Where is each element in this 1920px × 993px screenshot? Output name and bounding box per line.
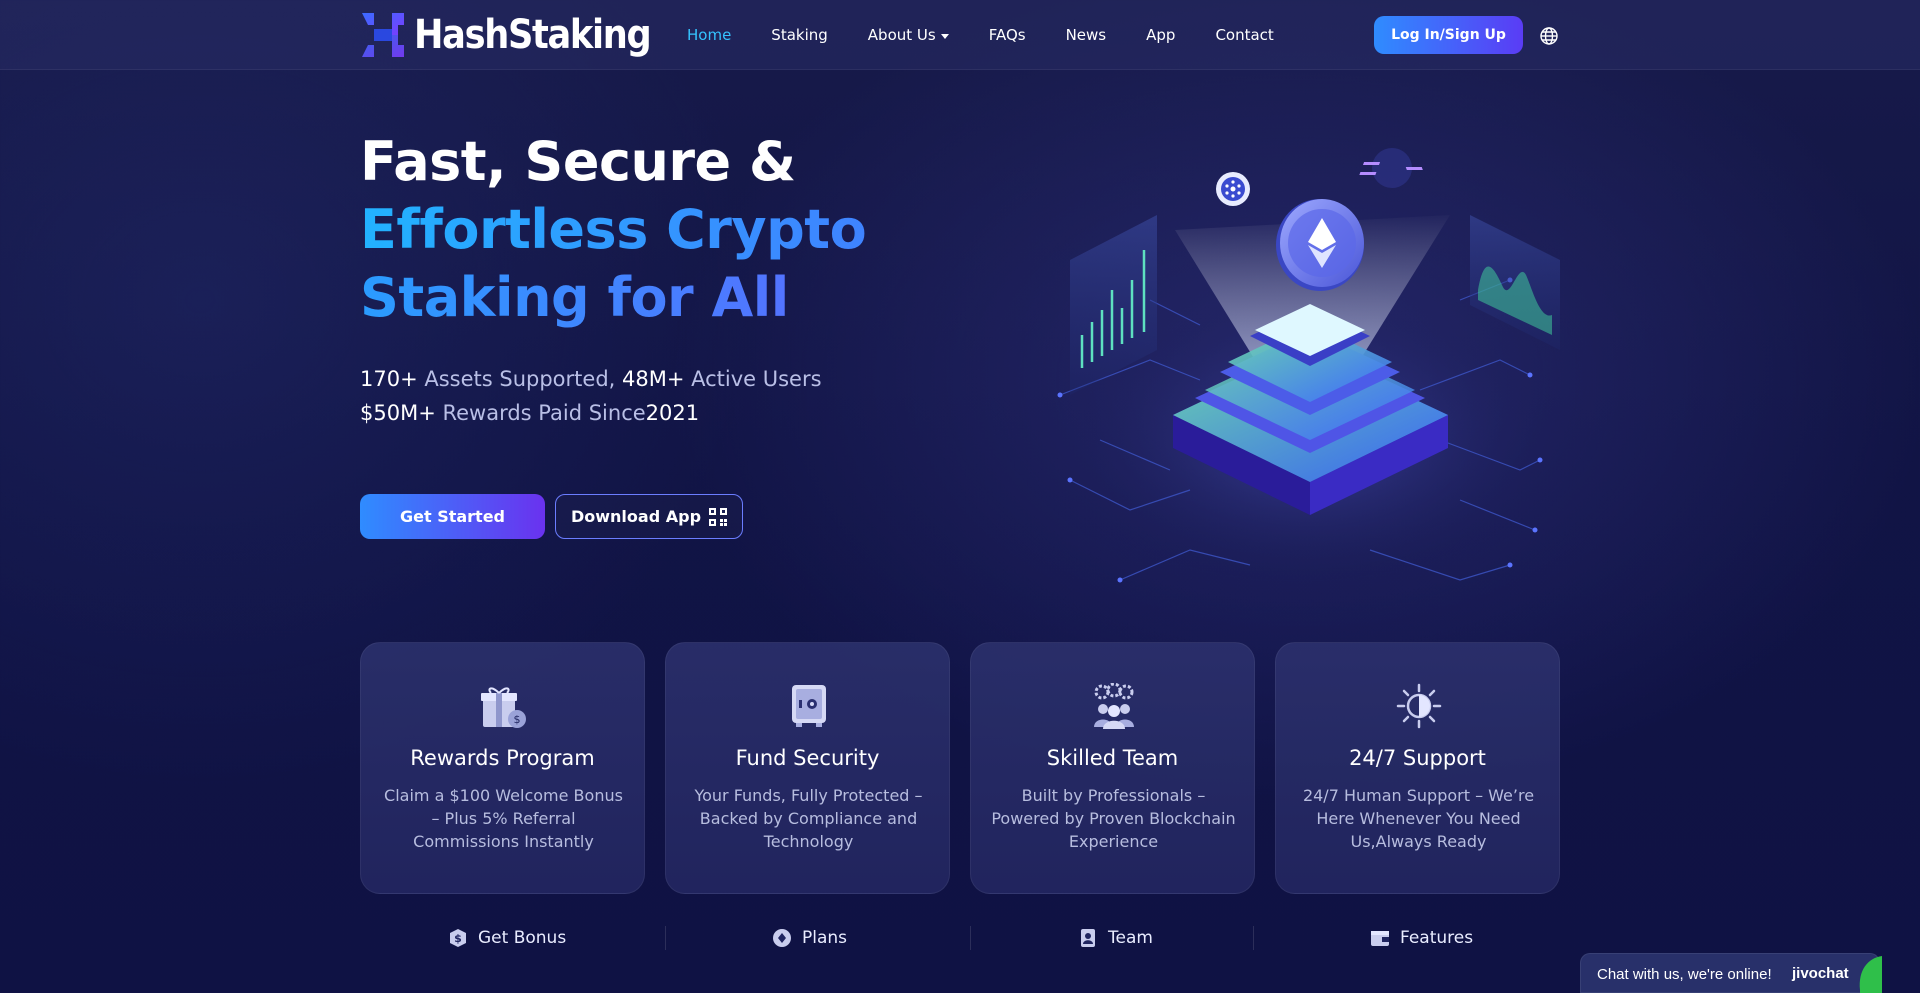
hero-title: Fast, Secure & Effortless Crypto Staking… bbox=[360, 128, 867, 332]
feature-card-team: Skilled Team Built by Professionals – Po… bbox=[970, 642, 1255, 894]
nav-label: Home bbox=[687, 26, 732, 44]
feature-title: Fund Security bbox=[735, 746, 880, 770]
nav-label: About Us bbox=[867, 26, 936, 44]
chat-widget-text: Chat with us, we're online! bbox=[1597, 966, 1772, 983]
nav-item-contact[interactable]: Contact bbox=[1215, 26, 1273, 44]
feature-card-support: 24/7 Support 24/7 Human Support – We’re … bbox=[1275, 642, 1560, 894]
svg-text:$: $ bbox=[454, 932, 462, 945]
nav-item-about-us[interactable]: About Us bbox=[868, 26, 949, 44]
quick-link-team[interactable]: Team bbox=[1078, 920, 1153, 956]
since-year: 2021 bbox=[645, 401, 700, 425]
stats-line-2: $50M+ Rewards Paid Since2021 bbox=[360, 396, 822, 430]
get-started-button[interactable]: Get Started bbox=[360, 494, 545, 539]
stats-line-1: 170+ Assets Supported, 48M+ Active Users bbox=[360, 362, 822, 396]
nav-item-app[interactable]: App bbox=[1146, 26, 1175, 44]
staking-illustration bbox=[1057, 148, 1560, 583]
feature-title: Rewards Program bbox=[410, 746, 595, 770]
plans-icon bbox=[773, 929, 791, 947]
rewards-amount: $50M+ bbox=[360, 401, 436, 425]
feature-card-security: Fund Security Your Funds, Fully Protecte… bbox=[665, 642, 950, 894]
hero-title-line-3: Staking for All bbox=[360, 264, 866, 332]
safe-icon bbox=[792, 685, 826, 727]
nav-item-news[interactable]: News bbox=[1066, 26, 1107, 44]
hero-stats: 170+ Assets Supported, 48M+ Active Users… bbox=[360, 362, 822, 430]
users-count: 48M+ bbox=[622, 367, 685, 391]
feature-description: Your Funds, Fully Protected – Backed by … bbox=[694, 786, 923, 851]
dollar-shield-icon: $ bbox=[450, 929, 466, 947]
feature-cards: $ Rewards Program Claim a $100 Welcome B… bbox=[360, 642, 1560, 894]
quick-link-label: Plans bbox=[802, 928, 848, 948]
quick-link-label: Team bbox=[1108, 928, 1153, 948]
quick-link-features[interactable]: Features bbox=[1370, 920, 1473, 956]
feature-description: Claim a $100 Welcome Bonus – Plus 5% Ref… bbox=[384, 786, 623, 851]
quick-link-label: Features bbox=[1400, 928, 1474, 948]
support-icon bbox=[1396, 683, 1442, 729]
chat-widget-brand: jivochat bbox=[1792, 965, 1849, 982]
brand-name: HashStaking bbox=[414, 12, 652, 58]
download-app-button[interactable]: Download App bbox=[555, 494, 743, 539]
login-signup-button[interactable]: Log In/Sign Up bbox=[1374, 16, 1523, 54]
feature-title: Skilled Team bbox=[1046, 746, 1179, 770]
brand-logo[interactable]: HashStaking bbox=[360, 10, 683, 60]
nav-label: Staking bbox=[771, 26, 828, 44]
assets-text: Assets Supported, bbox=[417, 367, 622, 391]
feature-description: Built by Professionals – Powered by Prov… bbox=[991, 786, 1236, 851]
quick-link-get-bonus[interactable]: $ Get Bonus bbox=[448, 920, 566, 956]
gift-icon: $ bbox=[481, 687, 526, 728]
users-text: Active Users bbox=[684, 367, 822, 391]
site-header: HashStaking Home Staking About Us FAQs N… bbox=[0, 0, 1920, 70]
team-icon bbox=[1094, 683, 1134, 729]
main-nav: Home Staking About Us FAQs News App Cont… bbox=[687, 0, 1314, 70]
assets-count: 170+ bbox=[360, 367, 418, 391]
nav-label: News bbox=[1065, 26, 1107, 44]
divider bbox=[665, 926, 666, 950]
chat-widget[interactable]: Chat with us, we're online! jivochat bbox=[1580, 953, 1882, 993]
nav-item-staking[interactable]: Staking bbox=[771, 26, 827, 44]
rewards-text: Rewards Paid Since bbox=[435, 401, 646, 425]
caret-down-icon bbox=[940, 33, 949, 39]
team-badge-icon bbox=[1081, 929, 1095, 947]
nav-item-home[interactable]: Home bbox=[687, 26, 731, 44]
nav-label: FAQs bbox=[988, 26, 1026, 44]
logo-mark-icon bbox=[362, 13, 404, 57]
globe-icon[interactable] bbox=[1539, 26, 1559, 46]
jivochat-leaf-icon bbox=[1859, 956, 1882, 993]
download-app-label: Download App bbox=[570, 507, 702, 526]
hero-title-line-1: Fast, Secure & bbox=[360, 130, 796, 193]
svg-text:$: $ bbox=[514, 713, 521, 726]
divider bbox=[970, 926, 971, 950]
quick-link-label: Get Bonus bbox=[478, 928, 567, 948]
hero-title-line-2: Effortless Crypto bbox=[360, 196, 867, 264]
quick-link-plans[interactable]: Plans bbox=[772, 920, 847, 956]
divider bbox=[1253, 926, 1254, 950]
nav-item-faqs[interactable]: FAQs bbox=[989, 26, 1026, 44]
nav-label: Contact bbox=[1215, 26, 1274, 44]
qr-code-icon bbox=[709, 507, 728, 526]
feature-title: 24/7 Support bbox=[1349, 746, 1486, 770]
wallet-icon bbox=[1371, 931, 1389, 946]
feature-card-rewards: $ Rewards Program Claim a $100 Welcome B… bbox=[360, 642, 645, 894]
quick-links-bar: $ Get Bonus Plans Team Features bbox=[360, 920, 1560, 956]
nav-label: App bbox=[1146, 26, 1176, 44]
feature-description: 24/7 Human Support – We’re Here Whenever… bbox=[1302, 786, 1535, 851]
